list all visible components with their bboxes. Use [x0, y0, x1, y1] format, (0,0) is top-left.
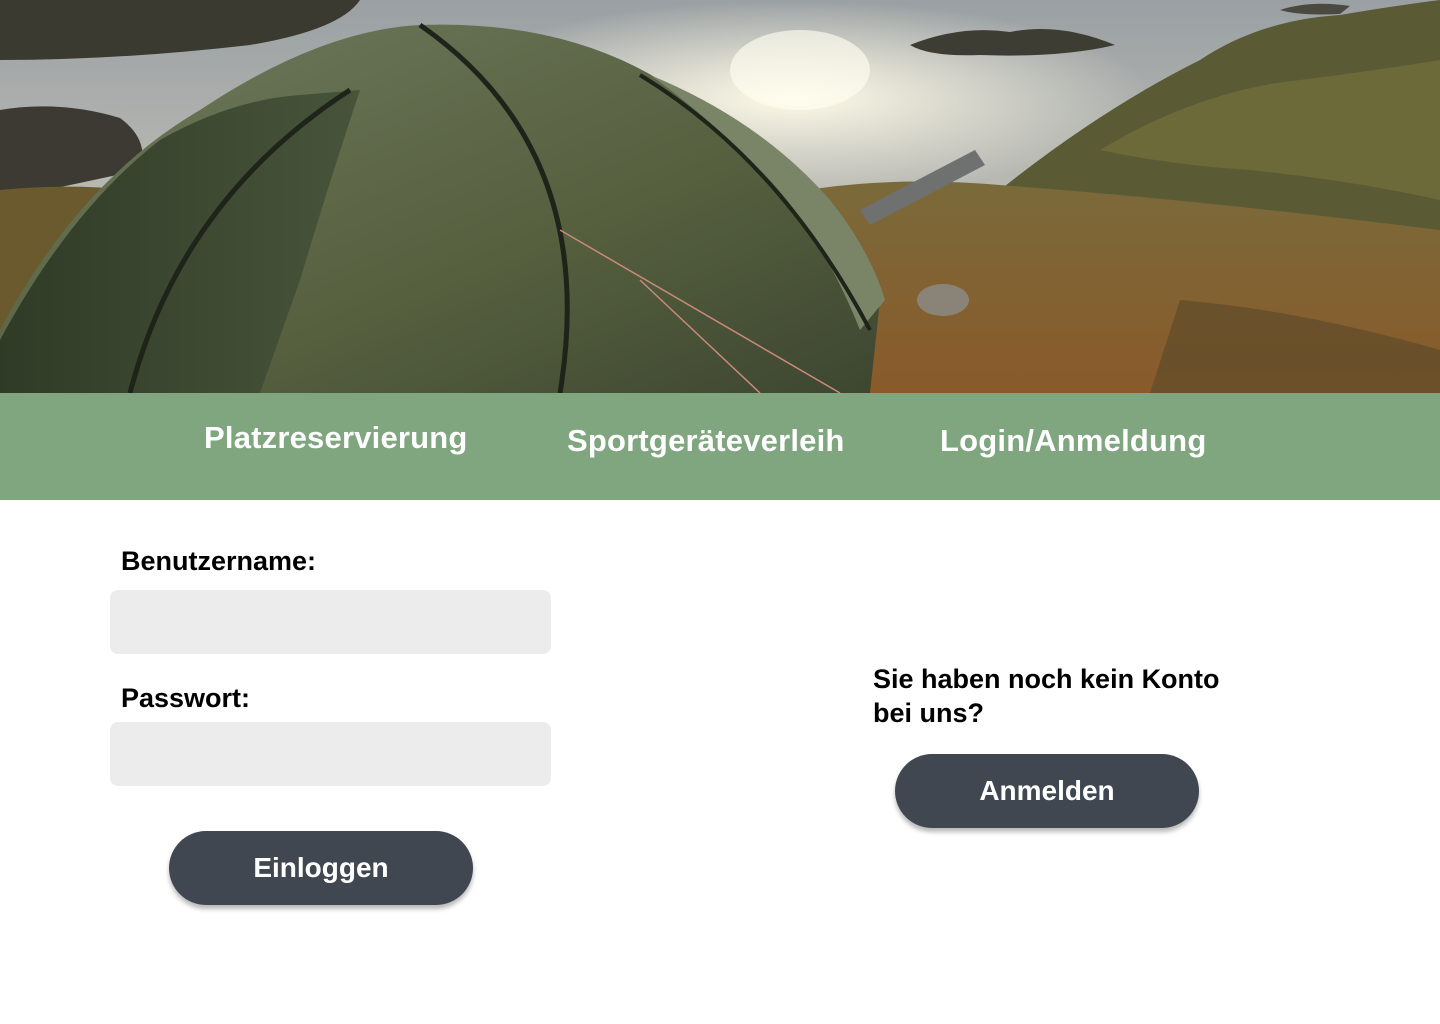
- username-input[interactable]: [110, 590, 551, 654]
- login-button[interactable]: Einloggen: [169, 831, 473, 905]
- register-button[interactable]: Anmelden: [895, 754, 1199, 828]
- hero-image: [0, 0, 1440, 393]
- nav-item-login-anmeldung[interactable]: Login/Anmeldung: [940, 423, 1206, 459]
- password-label: Passwort:: [121, 683, 251, 713]
- register-prompt: Sie haben noch kein Konto bei uns?: [873, 664, 1220, 728]
- nav-item-platzreservierung[interactable]: Platzreservierung: [204, 420, 468, 456]
- main-navigation: Platzreservierung Sportgeräteverleih Log…: [0, 393, 1440, 500]
- username-label: Benutzername:: [121, 546, 317, 576]
- camping-tent-photo: [0, 0, 1440, 393]
- nav-item-sportgeraeteverleih[interactable]: Sportgeräteverleih: [567, 423, 845, 459]
- password-input[interactable]: [110, 722, 551, 786]
